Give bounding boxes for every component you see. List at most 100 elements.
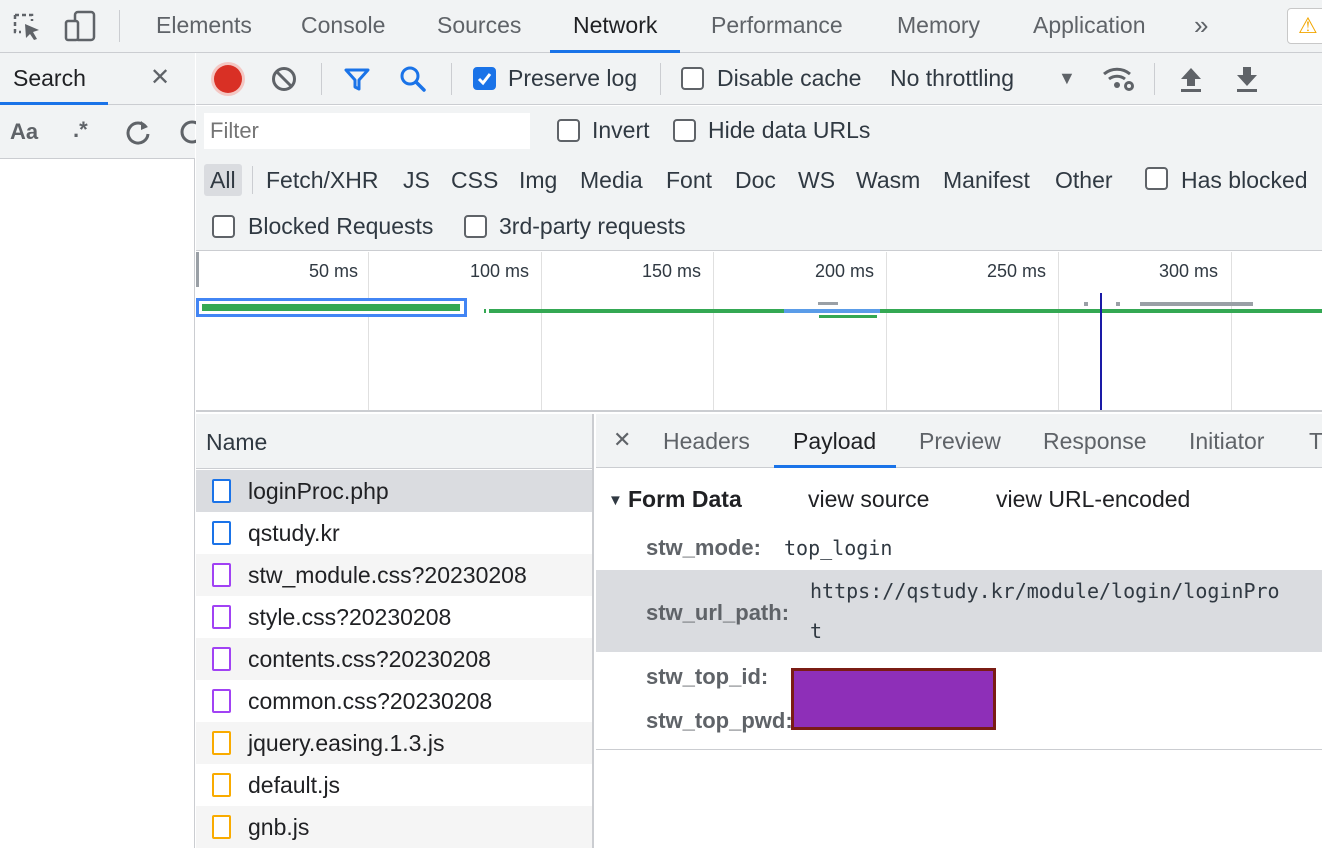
gridline bbox=[1058, 252, 1059, 410]
type-filter-doc[interactable]: Doc bbox=[735, 164, 776, 196]
third-party-checkbox[interactable] bbox=[464, 215, 487, 238]
regex-toggle[interactable]: .* bbox=[73, 117, 88, 143]
collapse-triangle-icon[interactable]: ▼ bbox=[608, 492, 623, 509]
tab-network[interactable]: Network bbox=[549, 0, 681, 53]
request-list-header: Name bbox=[196, 414, 592, 469]
stylesheet-icon bbox=[212, 563, 231, 587]
view-source-link[interactable]: view source bbox=[808, 486, 929, 513]
tab-application[interactable]: Application bbox=[1033, 0, 1146, 53]
search-icon[interactable] bbox=[399, 65, 427, 93]
gridline bbox=[541, 252, 542, 410]
filter-divider bbox=[252, 166, 253, 194]
invert-label[interactable]: Invert bbox=[592, 117, 650, 144]
import-har-icon[interactable] bbox=[1178, 65, 1204, 93]
type-filter-css[interactable]: CSS bbox=[451, 164, 498, 196]
preserve-log-checkbox[interactable] bbox=[473, 67, 496, 90]
tab-elements[interactable]: Elements bbox=[156, 0, 252, 53]
blocked-requests-checkbox[interactable] bbox=[212, 215, 235, 238]
tick-label: 300 ms bbox=[1159, 261, 1219, 281]
has-blocked-cookies-label[interactable]: Has blocked bbox=[1181, 164, 1308, 196]
tab-payload[interactable]: Payload bbox=[773, 414, 897, 468]
hide-data-urls-label[interactable]: Hide data URLs bbox=[708, 117, 870, 144]
request-row[interactable]: loginProc.php bbox=[196, 470, 592, 512]
type-filter-other[interactable]: Other bbox=[1055, 164, 1113, 196]
has-blocked-cookies-checkbox[interactable] bbox=[1145, 167, 1168, 190]
request-row[interactable]: default.js bbox=[196, 764, 592, 806]
type-filter-media[interactable]: Media bbox=[580, 164, 643, 196]
tab-memory[interactable]: Memory bbox=[897, 0, 980, 53]
view-url-encoded-link[interactable]: view URL-encoded bbox=[996, 486, 1190, 513]
network-toolbar: Preserve log Disable cache No throttling… bbox=[196, 53, 1322, 105]
request-row[interactable]: style.css?20230208 bbox=[196, 596, 592, 638]
gridline bbox=[368, 252, 369, 410]
network-overview[interactable]: 50 ms 100 ms 150 ms 200 ms 250 ms 300 ms bbox=[196, 252, 1322, 412]
column-name-header[interactable]: Name bbox=[206, 429, 267, 456]
tab-timing[interactable]: T bbox=[1309, 414, 1322, 468]
request-row[interactable]: contents.css?20230208 bbox=[196, 638, 592, 680]
filter-icon[interactable] bbox=[343, 65, 371, 93]
tab-response[interactable]: Response bbox=[1043, 414, 1147, 468]
timing-segment bbox=[818, 302, 838, 305]
toolbar-divider bbox=[1154, 63, 1155, 95]
type-filter-ws[interactable]: WS bbox=[798, 164, 835, 196]
warning-badge[interactable]: ⚠ bbox=[1287, 8, 1322, 44]
tab-sources[interactable]: Sources bbox=[437, 0, 521, 53]
request-row[interactable]: qstudy.kr bbox=[196, 512, 592, 554]
device-toolbar-icon[interactable] bbox=[63, 9, 97, 43]
refresh-icon[interactable] bbox=[124, 118, 152, 146]
invert-checkbox[interactable] bbox=[557, 119, 580, 142]
network-conditions-icon[interactable] bbox=[1102, 65, 1136, 93]
type-filter-img[interactable]: Img bbox=[519, 164, 557, 196]
search-pane-title[interactable]: Search bbox=[13, 65, 86, 92]
clear-search-icon[interactable] bbox=[178, 118, 198, 146]
match-case-toggle[interactable]: Aa bbox=[10, 119, 38, 145]
hide-data-urls-checkbox[interactable] bbox=[673, 119, 696, 142]
request-details-pane: ✕ Headers Payload Preview Response Initi… bbox=[596, 414, 1322, 848]
close-details-icon[interactable]: ✕ bbox=[613, 427, 631, 453]
third-party-label[interactable]: 3rd-party requests bbox=[499, 213, 686, 240]
type-filter-fetch-xhr[interactable]: Fetch/XHR bbox=[266, 164, 378, 196]
throttling-select[interactable]: No throttling bbox=[890, 65, 1014, 92]
type-filter-manifest[interactable]: Manifest bbox=[943, 164, 1030, 196]
type-filter-font[interactable]: Font bbox=[666, 164, 712, 196]
filter-input[interactable] bbox=[204, 113, 530, 149]
warning-icon: ⚠ bbox=[1298, 13, 1318, 38]
chevron-down-icon[interactable]: ▼ bbox=[1058, 68, 1076, 89]
preserve-log-label[interactable]: Preserve log bbox=[508, 65, 637, 92]
toolbar-divider bbox=[321, 63, 322, 95]
request-name: default.js bbox=[248, 772, 341, 798]
document-icon bbox=[212, 479, 231, 503]
record-button[interactable] bbox=[214, 65, 242, 93]
tab-initiator[interactable]: Initiator bbox=[1189, 414, 1264, 468]
tab-performance[interactable]: Performance bbox=[711, 0, 843, 53]
form-data-title[interactable]: Form Data bbox=[628, 486, 742, 513]
timing-segment bbox=[1140, 302, 1253, 306]
blocked-requests-label[interactable]: Blocked Requests bbox=[248, 213, 433, 240]
request-row[interactable]: jquery.easing.1.3.js bbox=[196, 722, 592, 764]
payload-value: top_login bbox=[784, 536, 893, 560]
selected-request-bar[interactable] bbox=[196, 298, 467, 317]
request-name: loginProc.php bbox=[248, 478, 389, 504]
more-tabs-button[interactable]: » bbox=[1194, 0, 1208, 53]
close-search-icon[interactable]: ✕ bbox=[150, 63, 170, 92]
disable-cache-label[interactable]: Disable cache bbox=[717, 65, 861, 92]
type-filter-all[interactable]: All bbox=[204, 164, 242, 196]
tab-preview[interactable]: Preview bbox=[919, 414, 1001, 468]
type-filter-js[interactable]: JS bbox=[403, 164, 430, 196]
type-filter-wasm[interactable]: Wasm bbox=[856, 164, 920, 196]
overview-left-handle[interactable] bbox=[196, 252, 199, 287]
tick-label: 200 ms bbox=[815, 261, 875, 281]
inspect-element-icon[interactable] bbox=[12, 12, 42, 42]
tick-label: 150 ms bbox=[642, 261, 702, 281]
request-row[interactable]: stw_module.css?20230208 bbox=[196, 554, 592, 596]
request-row[interactable]: common.css?20230208 bbox=[196, 680, 592, 722]
tab-headers[interactable]: Headers bbox=[663, 414, 750, 468]
timing-segment bbox=[819, 315, 877, 318]
disable-cache-checkbox[interactable] bbox=[681, 67, 704, 90]
details-tab-strip: ✕ Headers Payload Preview Response Initi… bbox=[596, 414, 1322, 468]
request-row[interactable]: gnb.js bbox=[196, 806, 592, 848]
tab-console[interactable]: Console bbox=[301, 0, 385, 53]
request-list: Name loginProc.php qstudy.kr stw_module.… bbox=[196, 414, 594, 848]
clear-log-icon[interactable] bbox=[271, 66, 297, 92]
export-har-icon[interactable] bbox=[1234, 65, 1260, 93]
